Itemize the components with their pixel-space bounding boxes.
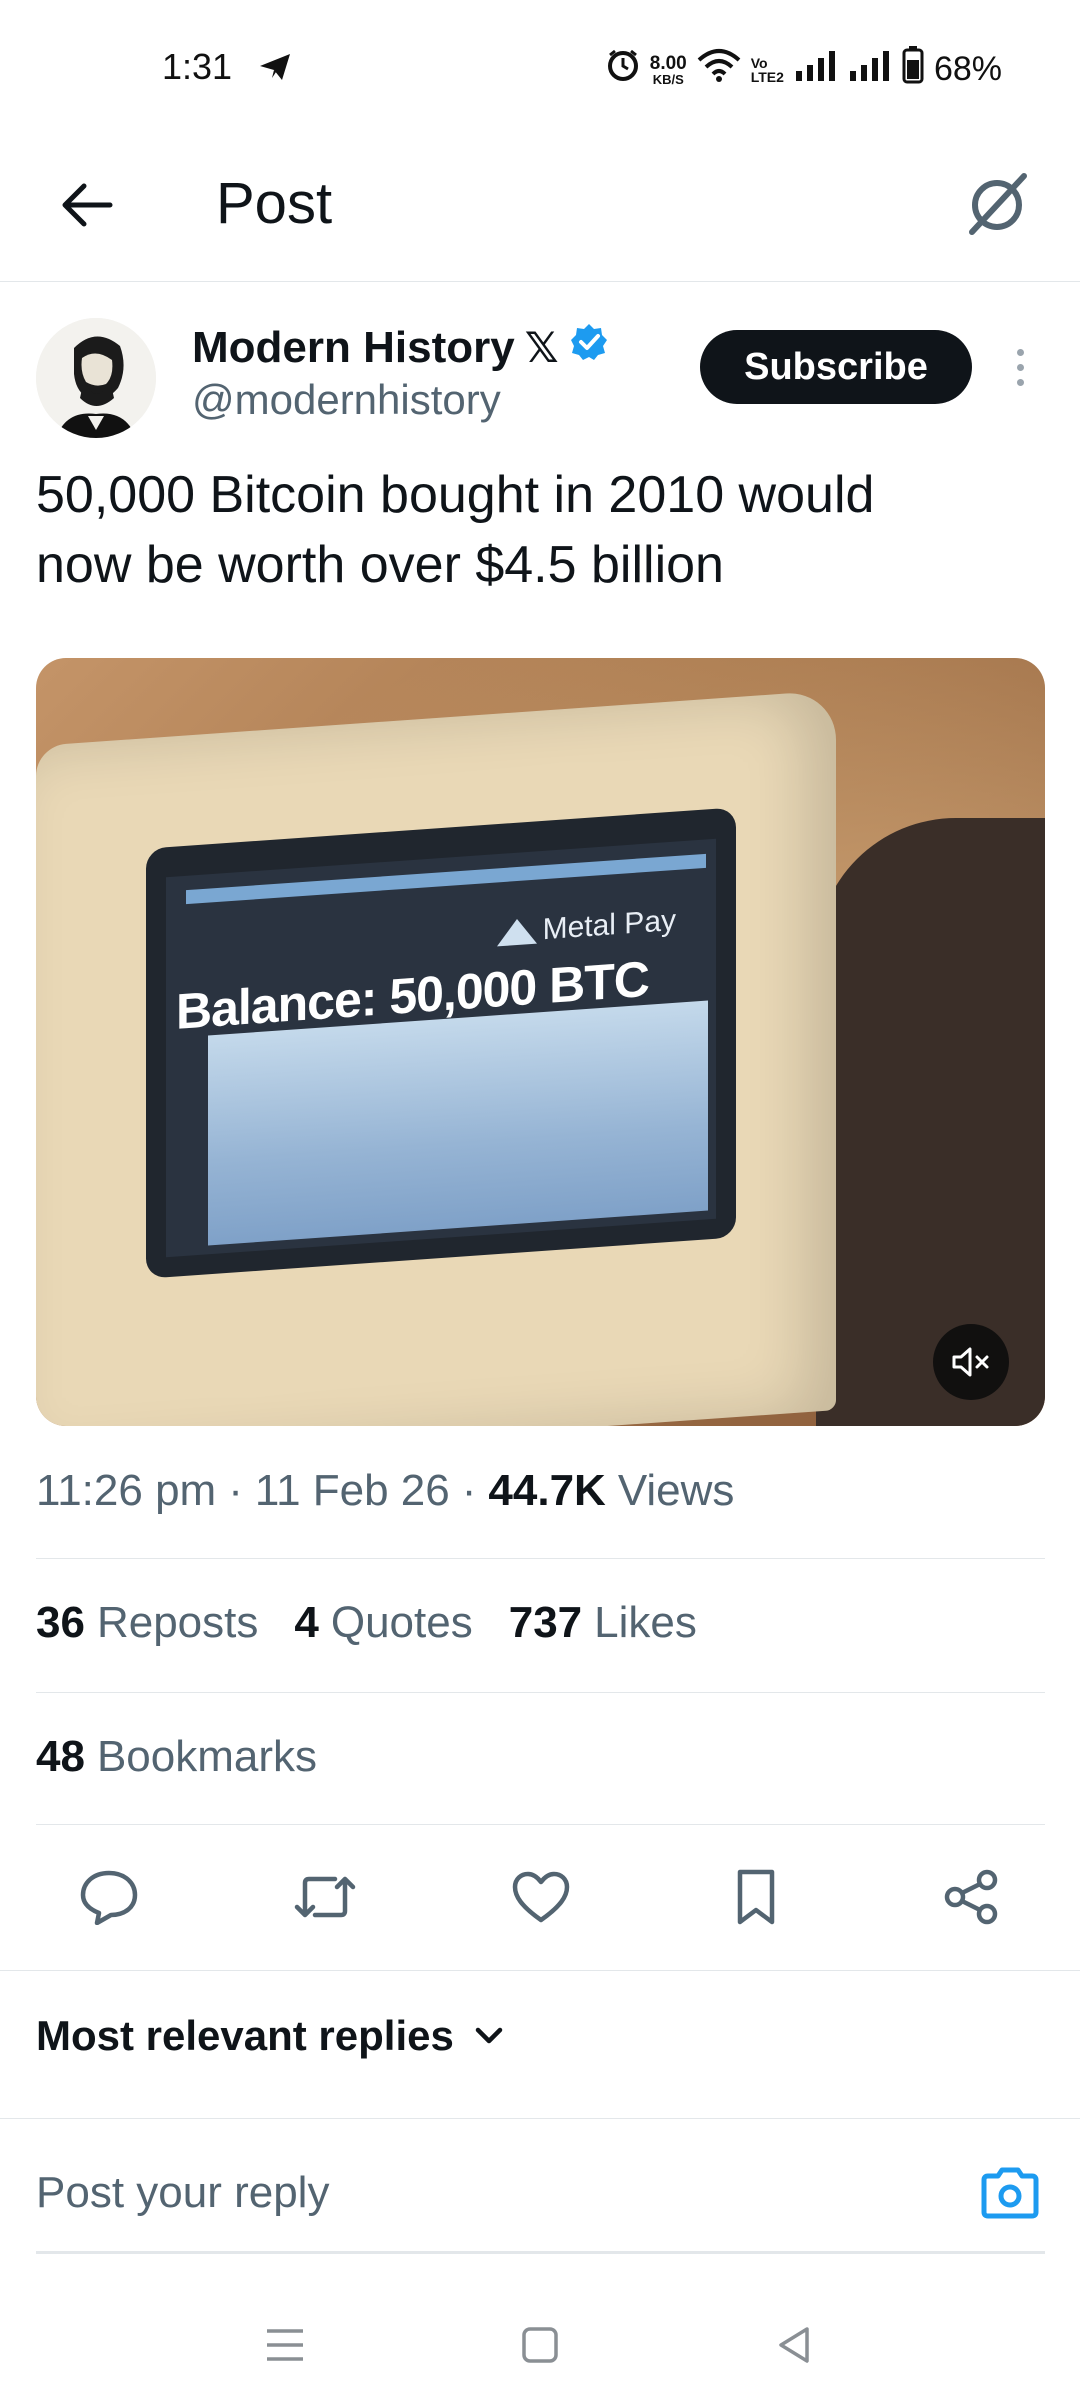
replies-sort-dropdown[interactable]: Most relevant replies (36, 2012, 504, 2060)
bookmarks-stat[interactable]: 48 Bookmarks (36, 1732, 317, 1782)
grok-icon (969, 173, 1027, 235)
back-nav-button[interactable] (760, 2310, 830, 2380)
reply-button[interactable] (74, 1862, 144, 1932)
signal-icon-1 (794, 49, 838, 90)
net-speed: 8.00 KB/S (649, 52, 687, 87)
like-button[interactable] (506, 1862, 576, 1932)
author-handle[interactable]: @modernhistory (192, 376, 501, 424)
x-badge-icon: 𝕏 (524, 324, 559, 371)
status-indicators: 8.00 KB/S Vo LTE2 68% (606, 46, 1002, 93)
battery-percent: 68% (933, 50, 1002, 88)
header: Post (0, 140, 1080, 282)
mute-button[interactable] (933, 1324, 1009, 1400)
divider (0, 2118, 1080, 2119)
page-title: Post (216, 171, 333, 236)
menu-icon (267, 2329, 303, 2361)
divider (36, 1558, 1045, 1559)
views-count: 44.7K (488, 1466, 606, 1515)
repost-icon (294, 1876, 355, 1918)
camera-button[interactable] (975, 2158, 1045, 2228)
divider (0, 1970, 1080, 1971)
repost-button[interactable] (290, 1862, 360, 1932)
post-time: 11:26 pm (36, 1466, 217, 1515)
wifi-icon (697, 48, 741, 91)
recents-button[interactable] (250, 2310, 320, 2380)
reply-input[interactable]: Post your reply (36, 2164, 1045, 2254)
action-bar (36, 1862, 1045, 1932)
signal-icon-2 (848, 49, 892, 90)
home-button[interactable] (505, 2310, 575, 2380)
reposts-stat[interactable]: 36 Reposts (36, 1598, 258, 1648)
more-options-icon[interactable] (1000, 330, 1040, 404)
status-bar: 1:31 8.00 KB/S Vo LTE2 68% (0, 0, 1080, 140)
post-meta: 11:26 pm · 11 Feb 26 · 44.7K Views (36, 1466, 735, 1515)
arrow-left-icon (62, 183, 113, 227)
avatar[interactable] (36, 318, 156, 438)
metal-pay-logo-icon (496, 917, 537, 947)
post-video[interactable]: Metal Pay Balance: 50,000 BTC (36, 658, 1045, 1426)
reply-icon (80, 1870, 138, 1925)
divider (36, 1824, 1045, 1825)
square-icon (522, 2327, 558, 2363)
triangle-back-icon (779, 2327, 809, 2363)
engagement-stats: 36 Reposts 4 Quotes 737 Likes (36, 1598, 697, 1648)
author-name[interactable]: Modern History 𝕏 (192, 322, 609, 373)
back-button[interactable] (52, 170, 122, 240)
chevron-down-icon (475, 2027, 503, 2044)
divider (36, 1692, 1045, 1693)
verified-badge-icon (569, 322, 609, 373)
views-label: Views (617, 1466, 735, 1515)
telegram-icon (258, 52, 292, 87)
system-nav-bar (0, 2290, 1080, 2400)
quotes-stat[interactable]: 4 Quotes (294, 1598, 472, 1648)
post-text: 50,000 Bitcoin bought in 2010 would now … (36, 466, 875, 594)
reply-placeholder: Post your reply (36, 2168, 330, 2217)
share-button[interactable] (937, 1862, 1007, 1932)
heart-icon (512, 1871, 569, 1923)
subscribe-button[interactable]: Subscribe (700, 330, 972, 404)
status-time: 1:31 (162, 46, 233, 87)
bookmark-icon (738, 1869, 775, 1925)
likes-stat[interactable]: 737 Likes (509, 1598, 697, 1648)
post-date: 11 Feb 26 (254, 1466, 450, 1515)
volume-muted-icon (952, 1347, 989, 1377)
share-icon (944, 1869, 998, 1925)
battery-icon (902, 46, 924, 93)
lincoln-portrait-icon (36, 318, 156, 438)
bookmark-button[interactable] (721, 1862, 791, 1932)
grok-button[interactable] (952, 160, 1042, 250)
volte-indicator: Vo LTE2 (750, 54, 784, 85)
camera-icon (981, 2167, 1039, 2219)
alarm-icon (606, 48, 640, 91)
